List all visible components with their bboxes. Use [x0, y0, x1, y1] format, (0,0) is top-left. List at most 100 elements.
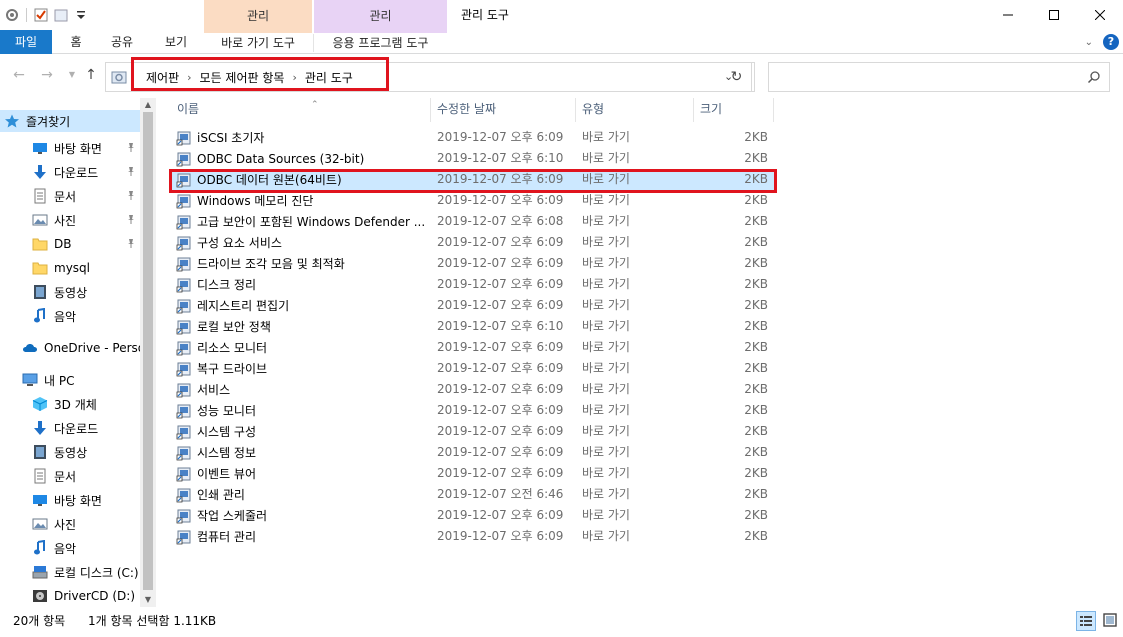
file-row[interactable]: 고급 보안이 포함된 Windows Defender ... 2019-12-0…	[170, 211, 776, 232]
minimize-button[interactable]	[985, 0, 1031, 30]
file-row[interactable]: 컴퓨터 관리 2019-12-07 오후 6:09 바로 가기 2KB	[170, 526, 776, 547]
search-icon[interactable]	[1087, 70, 1101, 84]
breadcrumb-control-panel[interactable]: 제어판	[146, 69, 179, 86]
sidebar-item-label: mysql	[54, 261, 90, 275]
file-row[interactable]: 성능 모니터 2019-12-07 오후 6:09 바로 가기 2KB	[170, 400, 776, 421]
sidebar-item[interactable]: 다운로드	[0, 161, 140, 183]
file-row[interactable]: 구성 요소 서비스 2019-12-07 오후 6:09 바로 가기 2KB	[170, 232, 776, 253]
sidebar-item[interactable]: 내 PC	[0, 369, 140, 391]
file-size: 2KB	[744, 445, 768, 459]
recent-locations-button[interactable]: ▼	[63, 66, 81, 84]
shortcut-icon	[176, 319, 192, 335]
breadcrumb-all-control-panel-items[interactable]: 모든 제어판 항목	[200, 69, 285, 86]
sidebar-item[interactable]: 동영상	[0, 281, 140, 303]
file-name-cell: 컴퓨터 관리	[176, 526, 256, 547]
large-icons-view-button[interactable]	[1101, 611, 1121, 631]
file-row[interactable]: 디스크 정리 2019-12-07 오후 6:09 바로 가기 2KB	[170, 274, 776, 295]
navigation-pane-scrollbar[interactable]: ▲ ▼	[140, 98, 156, 607]
column-header-type[interactable]: 유형	[576, 98, 694, 122]
file-row[interactable]: ODBC 데이터 원본(64비트) 2019-12-07 오후 6:09 바로 가기…	[170, 169, 776, 190]
file-row[interactable]: 복구 드라이브 2019-12-07 오후 6:09 바로 가기 2KB	[170, 358, 776, 379]
file-date: 2019-12-07 오후 6:08	[437, 214, 564, 228]
file-row[interactable]: 시스템 정보 2019-12-07 오후 6:09 바로 가기 2KB	[170, 442, 776, 463]
file-row[interactable]: 레지스트리 편집기 2019-12-07 오후 6:09 바로 가기 2KB	[170, 295, 776, 316]
sidebar-item[interactable]: 사진	[0, 209, 140, 231]
tab-share[interactable]: 공유	[100, 30, 144, 54]
file-row[interactable]: 이벤트 뷰어 2019-12-07 오후 6:09 바로 가기 2KB	[170, 463, 776, 484]
scrollbar-thumb[interactable]	[143, 112, 153, 590]
sidebar-item[interactable]: DriverCD (D:)	[0, 585, 140, 607]
column-header-date[interactable]: 수정한 날짜	[431, 98, 576, 122]
file-row[interactable]: 작업 스케줄러 2019-12-07 오후 6:09 바로 가기 2KB	[170, 505, 776, 526]
cloud-icon	[22, 340, 38, 356]
sidebar-item-label: 다운로드	[54, 421, 99, 436]
file-name-cell: 시스템 정보	[176, 442, 256, 463]
expand-ribbon-icon[interactable]: ⌄	[1085, 37, 1093, 48]
sidebar-item[interactable]: 다운로드	[0, 417, 140, 439]
sidebar-item[interactable]: 로컬 디스크 (C:)	[0, 561, 140, 583]
sidebar-item[interactable]: mysql	[0, 257, 140, 279]
column-header-size[interactable]: 크기	[694, 98, 774, 122]
details-view-button[interactable]	[1076, 611, 1096, 631]
address-bar[interactable]: 제어판 › 모든 제어판 항목 › 관리 도구 ⌄	[105, 62, 755, 92]
sidebar-item[interactable]: 바탕 화면	[0, 137, 140, 159]
breadcrumb-administrative-tools[interactable]: 관리 도구	[305, 69, 353, 86]
details-view-icon	[1080, 616, 1092, 626]
file-row[interactable]: 서비스 2019-12-07 오후 6:09 바로 가기 2KB	[170, 379, 776, 400]
tab-file[interactable]: 파일	[0, 30, 52, 54]
sidebar-item[interactable]: 사진	[0, 513, 140, 535]
tab-home[interactable]: 홈	[58, 30, 94, 54]
checklist-icon[interactable]	[33, 7, 49, 23]
shortcut-icon	[176, 256, 192, 272]
chevron-right-icon[interactable]: ›	[187, 71, 191, 84]
file-row[interactable]: 인쇄 관리 2019-12-07 오전 6:46 바로 가기 2KB	[170, 484, 776, 505]
sidebar-item[interactable]: DB	[0, 233, 140, 255]
maximize-icon	[1049, 10, 1059, 20]
sidebar-item[interactable]: 문서	[0, 465, 140, 487]
drive-icon	[32, 564, 48, 580]
sidebar-item[interactable]: 3D 개체	[0, 393, 140, 415]
file-name: 시스템 정보	[197, 446, 257, 460]
chevron-right-icon[interactable]: ›	[292, 71, 296, 84]
file-row[interactable]: iSCSI 초기자 2019-12-07 오후 6:09 바로 가기 2KB	[170, 127, 776, 148]
column-header-name[interactable]: ⌃ 이름	[171, 98, 431, 122]
sidebar-item[interactable]: 즐겨찾기	[0, 110, 140, 132]
sidebar-item[interactable]: 문서	[0, 185, 140, 207]
sidebar-item[interactable]: OneDrive - Perso	[0, 337, 140, 359]
search-input[interactable]	[775, 68, 1075, 86]
search-box[interactable]	[768, 62, 1110, 92]
tab-shortcut-tools[interactable]: 바로 가기 도구	[204, 30, 312, 54]
help-icon[interactable]: ?	[1103, 34, 1119, 50]
tab-application-tools[interactable]: 응용 프로그램 도구	[314, 30, 447, 54]
file-row[interactable]: Windows 메모리 진단 2019-12-07 오후 6:09 바로 가기 2KB	[170, 190, 776, 211]
sidebar-item[interactable]: 바탕 화면	[0, 489, 140, 511]
customize-qat-icon[interactable]	[73, 7, 89, 23]
back-button[interactable]: ←	[10, 66, 28, 84]
scroll-up-icon[interactable]: ▲	[140, 98, 156, 112]
maximize-button[interactable]	[1031, 0, 1077, 30]
file-type: 바로 가기	[582, 361, 630, 375]
file-name-cell: 성능 모니터	[176, 400, 256, 421]
refresh-button[interactable]: ↻	[722, 62, 752, 92]
sidebar-item[interactable]: 동영상	[0, 441, 140, 463]
context-header-application-tools: 관리	[314, 0, 447, 30]
forward-button[interactable]: →	[38, 66, 56, 84]
download-icon	[32, 164, 48, 180]
file-row[interactable]: 리소스 모니터 2019-12-07 오후 6:09 바로 가기 2KB	[170, 337, 776, 358]
document-icon	[32, 188, 48, 204]
sidebar-item-label: DriverCD (D:)	[54, 589, 136, 603]
new-folder-icon[interactable]	[53, 7, 69, 23]
file-row[interactable]: 로컬 보안 정책 2019-12-07 오후 6:10 바로 가기 2KB	[170, 316, 776, 337]
close-button[interactable]	[1077, 0, 1123, 30]
file-name: 리소스 모니터	[197, 341, 268, 355]
file-row[interactable]: 시스템 구성 2019-12-07 오후 6:09 바로 가기 2KB	[170, 421, 776, 442]
sidebar-item[interactable]: 음악	[0, 537, 140, 559]
file-row[interactable]: ODBC Data Sources (32-bit) 2019-12-07 오후 …	[170, 148, 776, 169]
properties-icon[interactable]	[4, 7, 20, 23]
sidebar-item[interactable]: 음악	[0, 305, 140, 327]
tab-view[interactable]: 보기	[150, 30, 202, 54]
file-row[interactable]: 드라이브 조각 모음 및 최적화 2019-12-07 오후 6:09 바로 가기 2…	[170, 253, 776, 274]
up-button[interactable]: ↑	[82, 66, 100, 84]
sidebar-item-label: 동영상	[54, 445, 88, 460]
scroll-down-icon[interactable]: ▼	[140, 593, 156, 607]
